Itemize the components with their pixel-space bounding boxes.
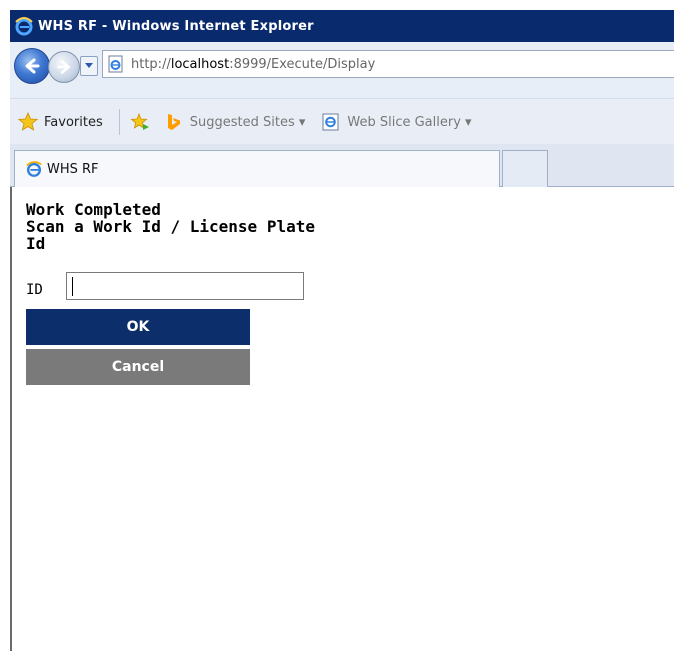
favorites-bar: Favorites Suggested Sites ▾ Web Slice Ga…: [10, 98, 674, 145]
heading-line: Id: [26, 234, 46, 253]
new-tab-button[interactable]: [502, 150, 548, 187]
ie-logo-icon: [15, 17, 33, 36]
suggested-sites-link[interactable]: Suggested Sites ▾: [164, 112, 306, 132]
page-icon: [108, 55, 123, 73]
favorites-separator: [118, 109, 120, 135]
tab-strip: WHS RF: [10, 144, 674, 187]
page-heading: Work Completed Scan a Work Id / License …: [26, 201, 376, 252]
back-arrow-icon: [25, 58, 40, 74]
ie-logo-icon: [322, 113, 339, 131]
ie-logo-icon: [26, 161, 42, 177]
forward-arrow-icon: [57, 60, 70, 74]
favorites-label: Favorites: [44, 114, 103, 130]
add-to-favorites-bar-button[interactable]: [130, 112, 156, 132]
heading-line: Work Completed: [26, 200, 161, 219]
web-slice-gallery-label: Web Slice Gallery ▾: [347, 114, 472, 130]
address-url: http://localhost:8999/Execute/Display: [131, 56, 376, 72]
address-bar-row: http://localhost:8999/Execute/Display: [10, 42, 674, 98]
suggested-sites-label: Suggested Sites ▾: [189, 114, 306, 130]
bing-icon: [167, 114, 180, 130]
tab-whs-rf[interactable]: WHS RF: [14, 150, 500, 187]
window-titlebar: WHS RF - Windows Internet Explorer: [10, 10, 674, 42]
recent-pages-dropdown[interactable]: [80, 56, 98, 76]
favorites-star-icon: [18, 112, 38, 131]
heading-line: Scan a Work Id / License Plate: [26, 217, 315, 236]
dropdown-arrow-icon: [85, 63, 93, 68]
ok-button[interactable]: OK: [26, 309, 250, 345]
id-input[interactable]: [66, 272, 304, 300]
id-label: ID: [26, 282, 43, 298]
address-field[interactable]: http://localhost:8999/Execute/Display: [102, 50, 674, 78]
text-caret: [72, 277, 73, 296]
window-title: WHS RF - Windows Internet Explorer: [38, 18, 314, 34]
forward-button[interactable]: [48, 51, 80, 83]
favorites-button[interactable]: Favorites: [18, 112, 103, 132]
cancel-button[interactable]: Cancel: [26, 349, 250, 385]
back-button[interactable]: [14, 48, 50, 84]
page-content: Work Completed Scan a Work Id / License …: [10, 187, 674, 651]
web-slice-gallery-link[interactable]: Web Slice Gallery ▾: [321, 112, 472, 132]
tab-title: WHS RF: [47, 161, 99, 177]
add-favorites-icon: [130, 112, 149, 130]
